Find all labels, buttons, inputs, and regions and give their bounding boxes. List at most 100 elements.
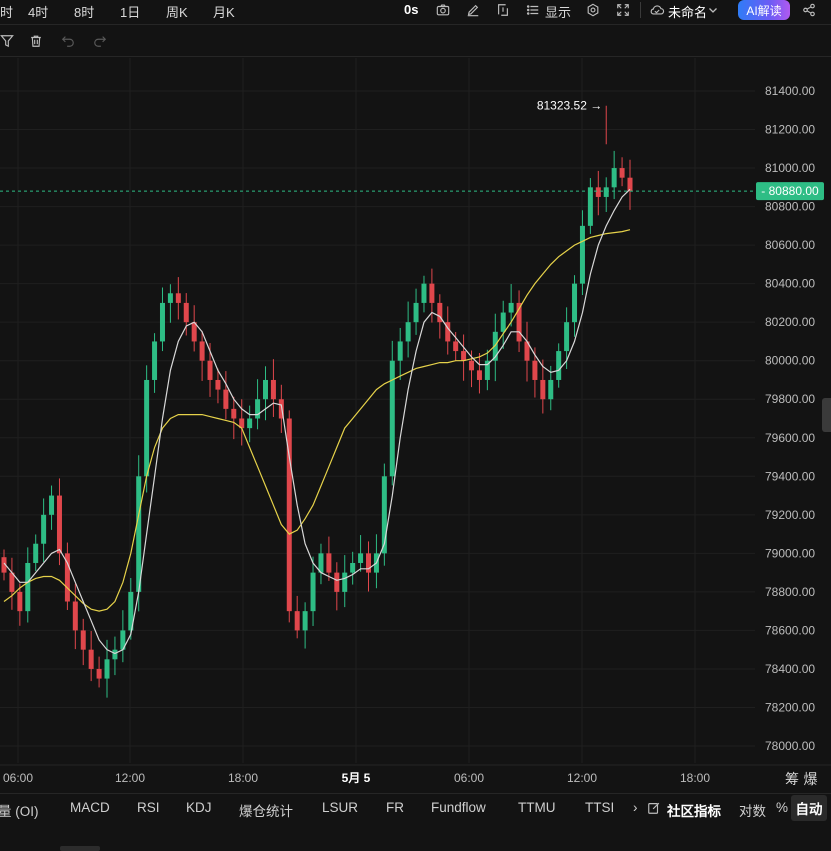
candle-body xyxy=(270,379,276,400)
price-tick-label: 78600.00 xyxy=(765,623,815,637)
price-tick-label: 79000.00 xyxy=(765,546,815,560)
price-tick-label: 79400.00 xyxy=(765,469,815,483)
price-tick-label: 78800.00 xyxy=(765,585,815,599)
candle-body xyxy=(476,370,482,380)
undo-icon[interactable] xyxy=(61,34,75,48)
candles xyxy=(1,150,633,698)
price-tick-label: 80400.00 xyxy=(765,277,815,291)
candle-body xyxy=(556,351,562,380)
candle-body xyxy=(56,495,62,554)
candle-body xyxy=(33,543,39,563)
ai-analysis-button[interactable]: AI解读 xyxy=(738,0,790,20)
tab-volume-oi[interactable]: 量 (OI) xyxy=(0,800,39,820)
candle-body xyxy=(294,611,300,631)
percent-scale-toggle[interactable]: % xyxy=(776,800,788,815)
candle-body xyxy=(397,341,403,361)
candle-body xyxy=(579,225,585,284)
candle-body xyxy=(262,379,268,400)
tab-macd[interactable]: MACD xyxy=(70,800,110,815)
price-tick-label: 79800.00 xyxy=(765,392,815,406)
alert-icon[interactable] xyxy=(496,3,510,17)
candle-body xyxy=(223,389,229,409)
timeframe-1h[interactable]: 时 xyxy=(0,2,13,21)
candle-body xyxy=(310,572,316,612)
tab-kdj[interactable]: KDJ xyxy=(186,800,212,815)
tab-ttmu[interactable]: TTMU xyxy=(518,800,556,815)
candle-body xyxy=(611,168,617,188)
camera-icon[interactable] xyxy=(436,3,450,17)
chevron-down-icon[interactable] xyxy=(707,4,719,18)
candle-body xyxy=(25,562,31,612)
countdown-text: 0s xyxy=(404,2,419,17)
price-markers: - 80880.00 81323.52 → xyxy=(0,99,824,201)
tab-liquidation[interactable]: 爆仓统计 xyxy=(239,800,293,820)
candle-body xyxy=(326,553,332,573)
candle-body xyxy=(72,601,78,631)
axis-corner-label: 筹 爆 xyxy=(785,771,817,788)
tab-fundflow[interactable]: Fundflow xyxy=(431,800,486,815)
tab-fr[interactable]: FR xyxy=(386,800,404,815)
candle-body xyxy=(429,283,435,303)
high-price-label: 81323.52 → xyxy=(537,99,602,113)
candle-body xyxy=(453,341,459,352)
candle-body xyxy=(231,408,237,419)
edit-icon[interactable] xyxy=(647,801,661,815)
candle-body xyxy=(587,187,593,226)
time-tick-label: 12:00 xyxy=(567,771,597,785)
settings-icon[interactable] xyxy=(586,3,600,17)
candlestick-chart[interactable]: 81400.00 81200.00 81000.00 80800.00 80600.00… xyxy=(0,58,831,795)
scrollbar[interactable] xyxy=(60,846,100,851)
candle-body xyxy=(255,399,261,419)
filter-icon[interactable] xyxy=(0,34,14,48)
price-tick-label: 78200.00 xyxy=(765,700,815,714)
candle-body xyxy=(175,293,181,303)
scroll-handle[interactable] xyxy=(822,398,831,432)
tab-lsur[interactable]: LSUR xyxy=(322,800,358,815)
candle-body xyxy=(207,360,213,380)
timeframe-1d[interactable]: 1日 xyxy=(120,2,140,21)
tab-ttsi[interactable]: TTSI xyxy=(585,800,614,815)
time-tick-label: 12:00 xyxy=(115,771,145,785)
time-tick-label: 18:00 xyxy=(228,771,258,785)
timeframe-month[interactable]: 月K xyxy=(213,2,235,21)
layout-name[interactable]: 未命名 xyxy=(668,2,707,21)
price-tick-label: 79200.00 xyxy=(765,508,815,522)
more-tabs-chevron[interactable]: › xyxy=(633,800,638,815)
list-icon[interactable] xyxy=(526,3,540,17)
cloud-icon[interactable] xyxy=(649,3,665,17)
redo-icon[interactable] xyxy=(93,34,107,48)
candle-body xyxy=(215,379,221,390)
edit-icon[interactable] xyxy=(466,3,480,17)
divider xyxy=(0,24,831,25)
candle-body xyxy=(508,302,514,313)
log-scale-toggle[interactable]: 对数 xyxy=(739,800,766,820)
display-menu[interactable]: 显示 xyxy=(545,2,571,21)
candle-body xyxy=(136,476,142,592)
timeframe-8h[interactable]: 8时 xyxy=(74,2,94,21)
candle-body xyxy=(500,312,506,332)
divider xyxy=(0,56,831,57)
candle-body xyxy=(627,177,633,192)
candle-body xyxy=(350,562,356,573)
candle-body xyxy=(366,553,372,573)
timeframe-4h[interactable]: 4时 xyxy=(28,2,48,21)
price-tick-label: 81200.00 xyxy=(765,123,815,137)
fullscreen-icon[interactable] xyxy=(616,3,630,17)
candle-body xyxy=(421,283,427,303)
candle-body xyxy=(104,659,110,679)
price-tick-label: 79600.00 xyxy=(765,431,815,445)
candle-body xyxy=(112,649,118,660)
tab-community-indicators[interactable]: 社区指标 xyxy=(667,800,721,820)
candle-body xyxy=(159,302,165,342)
candle-body xyxy=(532,360,538,380)
trash-icon[interactable] xyxy=(29,34,43,48)
time-tick-label: 06:00 xyxy=(454,771,484,785)
timeframe-week[interactable]: 周K xyxy=(166,2,188,21)
tab-rsi[interactable]: RSI xyxy=(137,800,160,815)
price-tick-label: 80000.00 xyxy=(765,354,815,368)
candle-body xyxy=(41,514,47,544)
share-icon[interactable] xyxy=(802,3,816,17)
candle-body xyxy=(247,418,253,429)
candle-body xyxy=(17,591,23,612)
auto-scale-toggle[interactable]: 自动 xyxy=(791,795,827,821)
